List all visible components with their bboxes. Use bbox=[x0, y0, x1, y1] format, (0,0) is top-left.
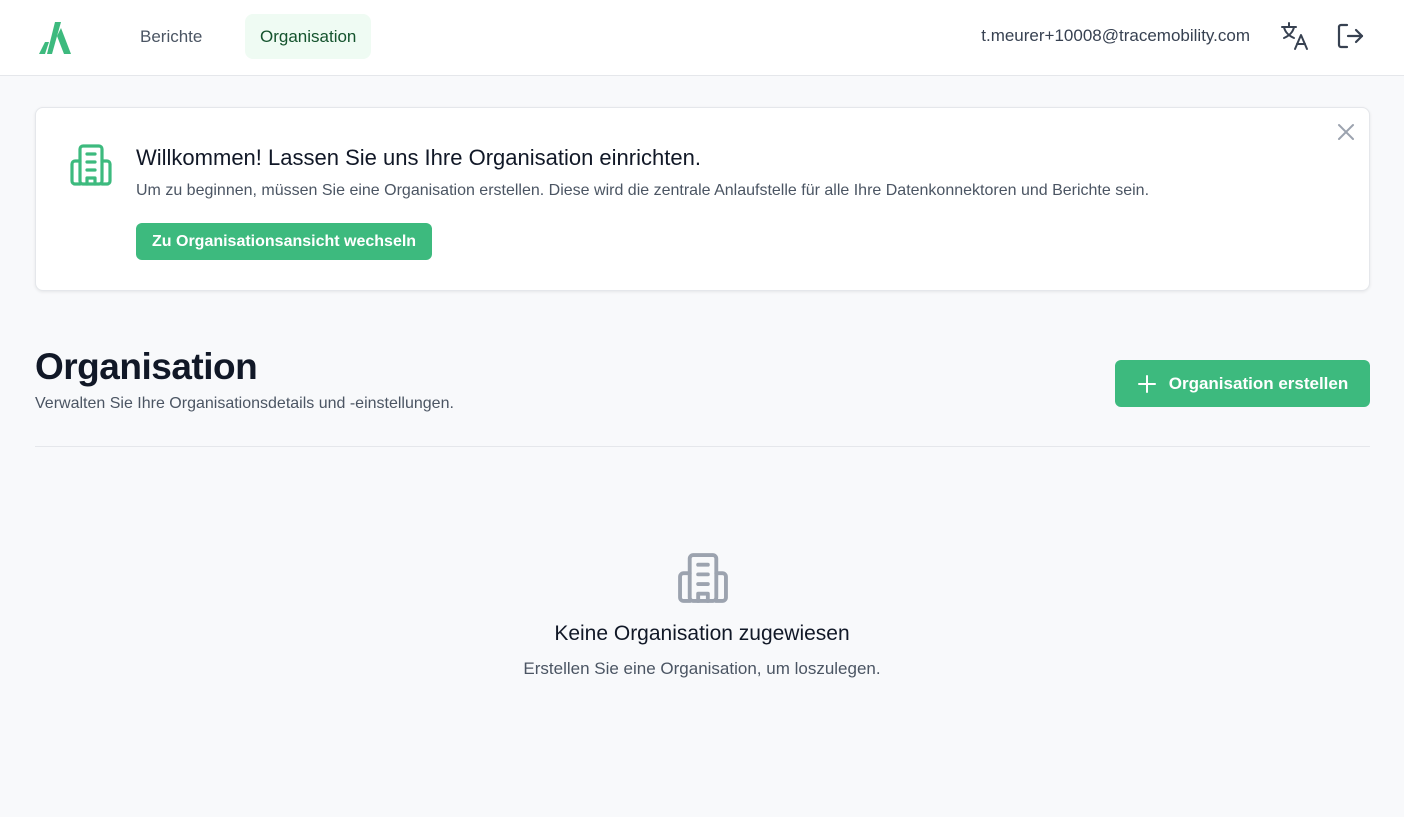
top-navigation-bar: Berichte Organisation t.meurer+10008@tra… bbox=[0, 0, 1404, 76]
user-email: t.meurer+10008@tracemobility.com bbox=[981, 26, 1250, 45]
logout-icon[interactable] bbox=[1334, 20, 1366, 52]
nav-item-organisation[interactable]: Organisation bbox=[245, 14, 372, 59]
translate-icon[interactable] bbox=[1279, 20, 1311, 52]
banner-title: Willkommen! Lassen Sie uns Ihre Organisa… bbox=[136, 145, 701, 170]
page-subtitle: Verwalten Sie Ihre Organisationsdetails … bbox=[35, 395, 454, 412]
plus-icon bbox=[1137, 374, 1156, 393]
nav-item-berichte[interactable]: Berichte bbox=[125, 14, 217, 59]
banner-description: Um zu beginnen, müssen Sie eine Organisa… bbox=[136, 182, 1150, 199]
empty-state-text: Erstellen Sie eine Organisation, um losz… bbox=[523, 659, 881, 678]
create-organisation-label: Organisation erstellen bbox=[1168, 373, 1349, 393]
welcome-banner: Willkommen! Lassen Sie uns Ihre Organisa… bbox=[35, 107, 1370, 291]
building-icon bbox=[70, 144, 112, 186]
create-organisation-button[interactable]: Organisation erstellen bbox=[1115, 360, 1370, 407]
close-icon[interactable] bbox=[1335, 121, 1357, 143]
section-divider bbox=[35, 446, 1370, 447]
empty-state-title: Keine Organisation zugewiesen bbox=[554, 622, 850, 645]
brand-logo-icon[interactable] bbox=[37, 18, 73, 54]
building-icon bbox=[678, 553, 728, 603]
switch-to-organisation-view-button[interactable]: Zu Organisationsansicht wechseln bbox=[136, 223, 433, 260]
page-title: Organisation bbox=[35, 346, 258, 387]
